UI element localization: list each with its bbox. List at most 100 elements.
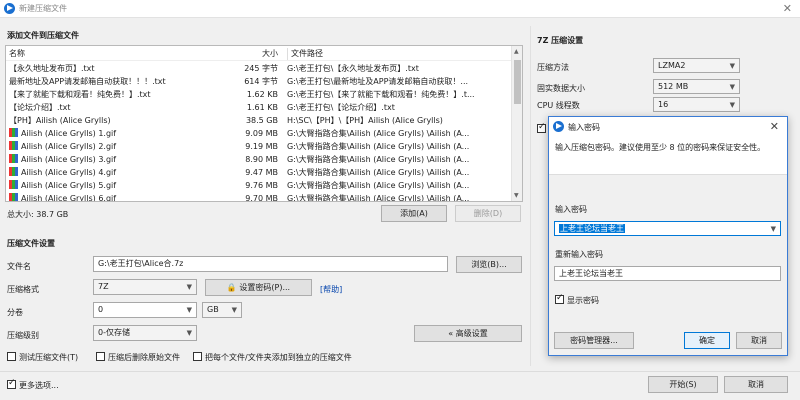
method-value: LZMA2 [658,61,686,70]
delete-button[interactable]: 删除(D) [455,205,521,222]
help-link[interactable]: [帮助] [320,284,342,295]
file-row[interactable]: 【来了就能下载和观看！纯免费！】.txt 1.62 KB G:\老王打包\【来了就能… [6,88,511,101]
file-name: 最新地址及APP请发邮箱自动获取！！！.txt [9,75,234,88]
sevenz-option-checkbox[interactable] [537,122,546,133]
chevron-down-icon: ▼ [186,306,192,314]
volume-value: 0 [98,305,104,314]
threads-select[interactable]: 16 ▼ [653,97,740,112]
chevron-down-icon: ▼ [729,83,735,91]
file-path: G:\老王打包\【永久地址发布页】.txt [287,64,419,73]
file-path: G:\大臀指路合集\Ailish (Alice Grylls) \Ailish … [287,142,470,151]
show-password-label[interactable]: 显示密码 [567,295,599,306]
file-size: 614 字节 [244,77,278,86]
cancel-button[interactable]: 取消 [724,376,788,393]
col-path-header[interactable]: 文件路径 [287,48,505,60]
separate-archive-checkbox[interactable] [193,352,202,361]
delete-source-label[interactable]: 压缩后删除原始文件 [108,352,180,363]
start-button[interactable]: 开始(S) [648,376,718,393]
ok-button[interactable]: 确定 [684,332,730,349]
dialog-close-icon[interactable]: ✕ [770,120,779,133]
format-select[interactable]: 7Z ▼ [93,279,197,295]
password-input[interactable]: 上老王论坛当老王 ▼ [554,221,781,236]
method-select[interactable]: LZMA2 ▼ [653,58,740,73]
file-list-scrollbar[interactable]: ▲ ▼ [511,46,522,201]
dialog-logo-icon [553,121,564,132]
more-options-checkbox[interactable] [7,378,16,389]
file-row[interactable]: Ailish (Alice Grylls) 6.gif 9.70 MB G:\大臀指… [6,192,511,202]
chevron-down-icon: ▼ [186,329,192,337]
confirm-password-input[interactable]: 上老王论坛当老王 [554,266,781,281]
dialog-cancel-button[interactable]: 取消 [736,332,782,349]
level-select[interactable]: 0-仅存储 ▼ [93,325,197,341]
file-path: G:\大臀指路合集\Ailish (Alice Grylls) \Ailish … [287,181,470,190]
filename-label: 文件名 [7,262,31,271]
sevenz-title: 7Z 压缩设置 [537,36,584,45]
file-size: 9.19 MB [245,142,278,151]
file-name-text: Ailish (Alice Grylls) 6.gif [21,194,117,202]
file-name: Ailish (Alice Grylls) 6.gif [9,192,234,202]
lock-icon: 🔒 [226,283,237,292]
file-list-header: 名称 大小 文件路径 [6,48,522,61]
file-name: Ailish (Alice Grylls) 3.gif [9,153,234,166]
volume-unit-select[interactable]: GB ▼ [202,302,242,318]
file-row[interactable]: 【论坛介绍】.txt 1.61 KB G:\老王打包\【论坛介绍】.txt [6,101,511,114]
files-section-title: 添加文件到压缩文件 [7,31,79,40]
threads-value: 16 [658,100,669,109]
file-list[interactable]: 名称 大小 文件路径 【永久地址发布页】.txt 245 字节 G:\老王打包\【永… [5,45,523,202]
volume-select[interactable]: 0 ▼ [93,302,197,318]
file-size: 9.09 MB [245,129,278,138]
filename-input[interactable]: G:\老王打包\Alice合.7z [93,256,448,272]
password-dialog-hint-area: 输入压缩包密码。建议使用至少 8 位的密码来保证安全性。 [549,137,787,175]
chevron-down-icon: ▼ [729,101,735,109]
show-password-checkbox[interactable] [555,293,564,304]
file-row[interactable]: Ailish (Alice Grylls) 3.gif 8.90 MB G:\大臀指… [6,153,511,166]
file-row[interactable]: Ailish (Alice Grylls) 1.gif 9.09 MB G:\大臀指… [6,127,511,140]
file-path: G:\大臀指路合集\Ailish (Alice Grylls) \Ailish … [287,168,470,177]
file-size: 38.5 GB [245,116,278,125]
scroll-up-icon[interactable]: ▲ [514,48,519,55]
chevron-down-icon: ▼ [186,283,192,291]
advanced-settings-button[interactable]: « 高级设置 [414,325,522,342]
file-name-text: Ailish (Alice Grylls) 2.gif [21,142,117,151]
level-value: 0-仅存储 [98,328,130,337]
file-name-text: 最新地址及APP请发邮箱自动获取！！！.txt [9,77,166,86]
file-row[interactable]: Ailish (Alice Grylls) 5.gif 9.76 MB G:\大臀指… [6,179,511,192]
file-size: 9.47 MB [245,168,278,177]
col-size-header[interactable]: 大小 [228,48,278,60]
method-label: 压缩方法 [537,63,569,72]
col-name-header[interactable]: 名称 [9,48,234,60]
window-close-icon[interactable]: ✕ [783,2,792,15]
app-logo-icon [4,3,15,14]
add-button[interactable]: 添加(A) [381,205,447,222]
threads-label: CPU 线程数 [537,101,580,110]
delete-source-checkbox[interactable] [96,352,105,361]
volume-unit-value: GB [207,305,219,314]
solid-select[interactable]: 512 MB ▼ [653,79,740,94]
test-archive-checkbox[interactable] [7,352,16,361]
solid-value: 512 MB [658,82,689,91]
scroll-down-icon[interactable]: ▼ [514,192,519,199]
file-row[interactable]: 最新地址及APP请发邮箱自动获取！！！.txt 614 字节 G:\老王打包\最新地… [6,75,511,88]
file-size: 9.76 MB [245,181,278,190]
file-row[interactable]: Ailish (Alice Grylls) 2.gif 9.19 MB G:\大臀指… [6,140,511,153]
file-row[interactable]: Ailish (Alice Grylls) 4.gif 9.47 MB G:\大臀指… [6,166,511,179]
file-row[interactable]: 【PH】Ailish (Alice Grylls) 38.5 GB H:\SC\【P… [6,114,511,127]
gif-file-icon [9,193,18,201]
test-archive-label[interactable]: 测试压缩文件(T) [19,352,78,363]
password-dialog: 输入密码 ✕ 输入压缩包密码。建议使用至少 8 位的密码来保证安全性。 输入密码… [548,116,788,356]
file-path: G:\大臀指路合集\Ailish (Alice Grylls) \Ailish … [287,194,470,202]
file-name-text: 【论坛介绍】.txt [9,103,71,112]
scroll-thumb[interactable] [514,60,521,104]
file-row[interactable]: 【永久地址发布页】.txt 245 字节 G:\老王打包\【永久地址发布页】.txt [6,62,511,75]
file-name: 【来了就能下载和观看！纯免费！】.txt [9,88,234,101]
separate-archive-label[interactable]: 把每个文件/文件夹添加到独立的压缩文件 [205,352,352,363]
file-name: 【PH】Ailish (Alice Grylls) [9,114,234,127]
set-password-button[interactable]: 🔒 设置密码(P)... [205,279,312,296]
password-manager-button[interactable]: 密码管理器... [554,332,634,349]
gif-file-icon [9,180,18,189]
gif-file-icon [9,128,18,137]
file-name: Ailish (Alice Grylls) 4.gif [9,166,234,179]
browse-button[interactable]: 浏览(B)... [456,256,522,273]
file-path: G:\老王打包\【论坛介绍】.txt [287,103,395,112]
more-options-label[interactable]: 更多选项... [19,380,59,391]
